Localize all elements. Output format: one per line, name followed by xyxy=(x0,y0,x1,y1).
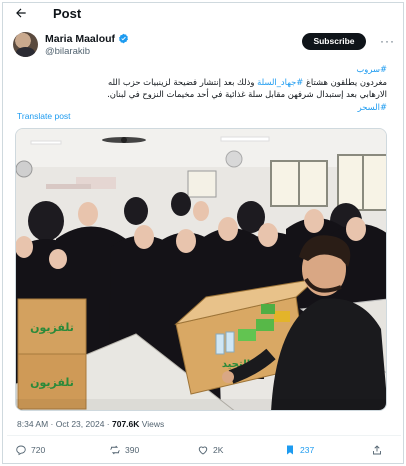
post-image[interactable]: تلفزيون تلفزيون التحيد xyxy=(15,128,387,411)
repost-count: 390 xyxy=(125,445,140,455)
bookmark-count: 237 xyxy=(300,445,315,455)
post-text-line: الارهابي بعد إستبدال شرفهن مقابل سلة غذا… xyxy=(107,89,387,99)
divider xyxy=(7,435,401,436)
box-label-text: تلفزيون xyxy=(30,321,74,334)
author-handle[interactable]: @bilarakib xyxy=(45,46,90,57)
post-image-illustration: تلفزيون تلفزيون التحيد xyxy=(16,129,386,410)
back-arrow-icon[interactable] xyxy=(14,6,28,20)
post-meta: 8:34 AM · Oct 23, 2024 · 707.6K Views xyxy=(17,419,165,429)
verified-badge-icon xyxy=(118,33,129,44)
top-bar: Post xyxy=(3,3,403,25)
post-text: #سروب مغردون يطلقون هشتاغ #جهاد_السلة وذ… xyxy=(17,63,387,113)
heart-icon xyxy=(198,446,208,455)
more-options-icon[interactable]: ··· xyxy=(380,34,395,48)
share-button[interactable] xyxy=(371,442,383,458)
post-text-line: وذلك بعد إنتشار فضيحة لزينبيات حزب الله xyxy=(108,76,255,87)
box-label-text: تلفزيون xyxy=(30,376,74,389)
post-date[interactable]: Oct 23, 2024 xyxy=(56,419,105,429)
post-frame: Post Maria Maalouf @bilarakib Subscribe … xyxy=(2,2,404,464)
hashtag-link[interactable]: #السحر xyxy=(358,102,387,112)
reply-count: 720 xyxy=(31,445,46,455)
repost-icon xyxy=(110,445,120,455)
reply-icon xyxy=(16,445,26,456)
like-button[interactable]: 2K xyxy=(197,442,223,458)
reply-button[interactable]: 720 xyxy=(15,442,45,458)
avatar[interactable] xyxy=(13,32,38,57)
like-count: 2K xyxy=(213,445,224,455)
hashtag-link[interactable]: #جهاد_السلة xyxy=(257,77,303,87)
post-time[interactable]: 8:34 AM xyxy=(17,419,48,429)
author-name-text[interactable]: Maria Maalouf xyxy=(45,33,115,45)
post-text-line: مغردون يطلقون هشتاغ xyxy=(305,76,387,87)
translate-post-link[interactable]: Translate post xyxy=(17,111,71,121)
share-icon xyxy=(373,445,381,455)
action-bar: 720 390 2K 237 xyxy=(3,442,403,458)
repost-button[interactable]: 390 xyxy=(109,442,139,458)
author-row: Maria Maalouf @bilarakib Subscribe ··· xyxy=(13,32,395,58)
page-title: Post xyxy=(53,6,82,21)
bookmark-icon xyxy=(287,445,293,455)
author-name[interactable]: Maria Maalouf xyxy=(45,33,129,45)
views-label: Views xyxy=(141,419,165,429)
bookmark-button[interactable]: 237 xyxy=(284,442,314,458)
subscribe-button[interactable]: Subscribe xyxy=(302,33,366,50)
hashtag-link[interactable]: #سروب xyxy=(356,64,387,74)
views-count: 707.6K xyxy=(111,419,140,429)
